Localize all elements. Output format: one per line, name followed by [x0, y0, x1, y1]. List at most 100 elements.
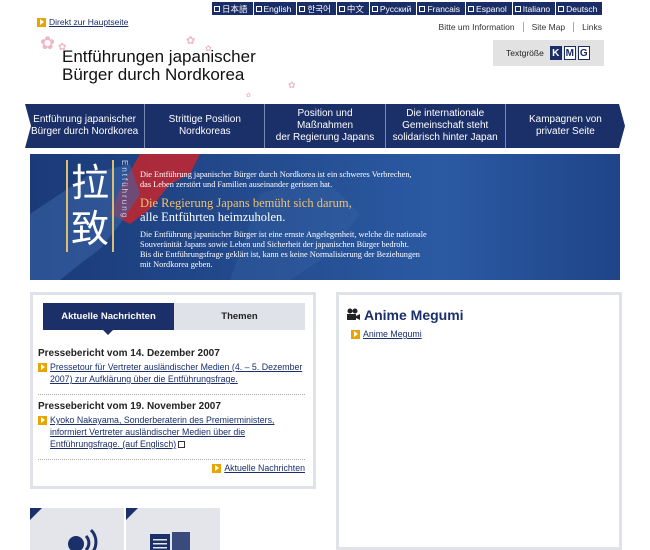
nav-private-campaigns[interactable]: Kampagnen von privater Seite [506, 104, 625, 148]
banner-text: Die Entführung japanischer Bürger durch … [140, 170, 610, 270]
book-icon [150, 532, 190, 550]
lang-chinese[interactable]: 中文 [336, 2, 369, 15]
skip-to-main-link[interactable]: Direkt zur Hauptseite [37, 17, 128, 27]
lang-italian[interactable]: Italiano [512, 2, 556, 15]
lang-english[interactable]: English [253, 2, 297, 15]
news-link[interactable]: Pressetour für Vertreter ausländischer M… [50, 361, 305, 385]
banner-line: Souveränität Japans sowie Leben und Sich… [140, 240, 409, 249]
nav-label: Bürger durch Nordkorea [30, 126, 139, 137]
lang-label: 日本語 [222, 3, 248, 14]
lang-label: English [263, 3, 292, 14]
text-size-control: Textgröße K M G [493, 40, 604, 66]
checkbox-icon [419, 5, 426, 12]
utility-link-links[interactable]: Links [573, 22, 610, 32]
skip-link-label: Direkt zur Hauptseite [49, 17, 129, 27]
nav-label: Die internationale Gemeinschaft steht [402, 108, 489, 131]
document-icon [178, 441, 186, 449]
text-size-medium-button[interactable]: M [563, 46, 576, 60]
nav-label: Entführung japanischer [33, 114, 137, 125]
cherry-blossom-icon: ✿ [288, 80, 296, 90]
banner-headline: Die Regierung Japans bemüht sich darum, … [140, 196, 610, 224]
list-item: Pressebericht vom 14. Dezember 2007 Pres… [38, 348, 305, 385]
arrow-right-icon [351, 329, 360, 339]
text-size-large-button[interactable]: G [577, 46, 590, 60]
lang-label: Deutsch [566, 3, 598, 14]
main-nav: Entführung japanischer Bürger durch Nordk… [25, 104, 625, 148]
lang-russian[interactable]: Русский [369, 2, 417, 15]
nav-international-community[interactable]: Die internationale Gemeinschaft steht sol… [386, 104, 506, 148]
utility-link-sitemap[interactable]: Site Map [522, 22, 574, 32]
logo-line: Entführungen japanischer [62, 47, 256, 66]
checkbox-icon [338, 5, 345, 12]
cherry-blossom-icon: ✿ [186, 35, 196, 47]
banner-line: Die Entführung japanischer Bürger ist ei… [140, 230, 427, 239]
nav-north-korea-position[interactable]: Strittige Position Nordkoreas [145, 104, 266, 148]
checkbox-icon [468, 5, 475, 12]
nav-label: der Regierung Japans [275, 132, 375, 143]
banner-line: mit Nordkorea geben. [140, 260, 213, 269]
hero-banner: 拉 致 Entführung Die Entführung japanische… [30, 154, 620, 280]
arrow-right-icon [37, 17, 46, 27]
cherry-blossom-icon: ✿ [40, 33, 56, 53]
kanji-char: 拉 [70, 161, 109, 205]
lang-label: Espanol [476, 3, 507, 14]
checkbox-icon [299, 5, 306, 12]
kanji-char: 致 [70, 207, 109, 251]
radio-tile[interactable] [30, 508, 124, 550]
lang-german[interactable]: Deutsch [556, 2, 603, 15]
lang-label: Italiano [522, 3, 551, 14]
anime-title: Anime Megumi [364, 307, 464, 323]
nav-label: Kampagnen von [528, 114, 602, 125]
banner-headline-line: Die Regierung Japans bemüht sich darum, [140, 196, 352, 210]
banner-line: Die Entführung japanischer Bürger durch … [140, 170, 412, 179]
publication-tile[interactable] [126, 508, 220, 550]
nav-label: Nordkoreas [178, 126, 231, 137]
checkbox-icon [371, 5, 378, 12]
more-news-link[interactable]: Aktuelle Nachrichten [212, 463, 305, 473]
banner-line: Bis die Entführungsfrage geklärt ist, ka… [140, 250, 420, 259]
more-news-label: Aktuelle Nachrichten [224, 463, 305, 473]
banner-paragraph: Die Entführung japanischer Bürger durch … [140, 170, 610, 190]
nav-label: privater Seite [535, 126, 595, 137]
nav-label: Strittige Position [168, 114, 241, 125]
radio-antenna-icon [68, 528, 98, 550]
lang-label: Francais [427, 3, 461, 14]
film-camera-icon [347, 308, 360, 320]
arrow-right-icon [212, 463, 222, 473]
banner-line: das Leben zerstört und Familien auseinan… [140, 180, 333, 189]
anime-heading: Anime Megumi [346, 307, 612, 323]
news-panel: Aktuelle Nachrichten Themen Presseberich… [30, 292, 316, 489]
news-list: Pressebericht vom 14. Dezember 2007 Pres… [36, 348, 305, 460]
utility-nav: Bitte um Information Site Map Links [431, 22, 610, 32]
site-logo[interactable]: Entführungen japanischer Bürger durch No… [62, 48, 256, 84]
lang-french[interactable]: Francais [417, 2, 466, 15]
cherry-blossom-icon: ✿ [246, 93, 252, 99]
list-item: Pressebericht vom 19. November 2007 Kyok… [38, 401, 305, 450]
lang-label: Русский [379, 3, 412, 14]
utility-link-information[interactable]: Bitte um Information [431, 22, 523, 32]
language-bar: 日本語 English 한국어 中文 Русский Francais Espa… [212, 2, 603, 15]
divider [38, 394, 305, 395]
checkbox-icon [558, 5, 565, 12]
nav-abduction[interactable]: Entführung japanischer Bürger durch Nordk… [25, 104, 146, 148]
news-date: Pressebericht vom 19. November 2007 [38, 401, 221, 412]
lang-spanish[interactable]: Espanol [466, 2, 512, 15]
lang-korean[interactable]: 한국어 [297, 2, 336, 15]
nav-government-measures[interactable]: Position und Maßnahmen der Regierung Japa… [265, 104, 386, 148]
text-size-small-button[interactable]: K [549, 46, 562, 60]
text-size-label: Textgröße [506, 48, 544, 58]
logo-line: Bürger durch Nordkorea [62, 65, 245, 84]
tab-current-news[interactable]: Aktuelle Nachrichten [43, 303, 174, 335]
checkbox-icon [214, 5, 220, 12]
lang-label: 한국어 [307, 3, 331, 14]
anime-link-label: Anime Megumi [363, 329, 422, 339]
tab-topics[interactable]: Themen [174, 303, 305, 330]
checkbox-icon [255, 5, 262, 12]
banner-headline-line: alle Entführten heimzuholen. [140, 210, 286, 224]
nav-label: solidarisch hinter Japan [392, 132, 498, 143]
nav-label: Position und Maßnahmen [296, 108, 354, 131]
kanji-emblem: 拉 致 [66, 160, 114, 252]
anime-link[interactable]: Anime Megumi [351, 329, 612, 339]
news-link[interactable]: Kyoko Nakayama, Sonderberaterin des Prem… [50, 415, 274, 449]
lang-japanese[interactable]: 日本語 [212, 2, 253, 15]
